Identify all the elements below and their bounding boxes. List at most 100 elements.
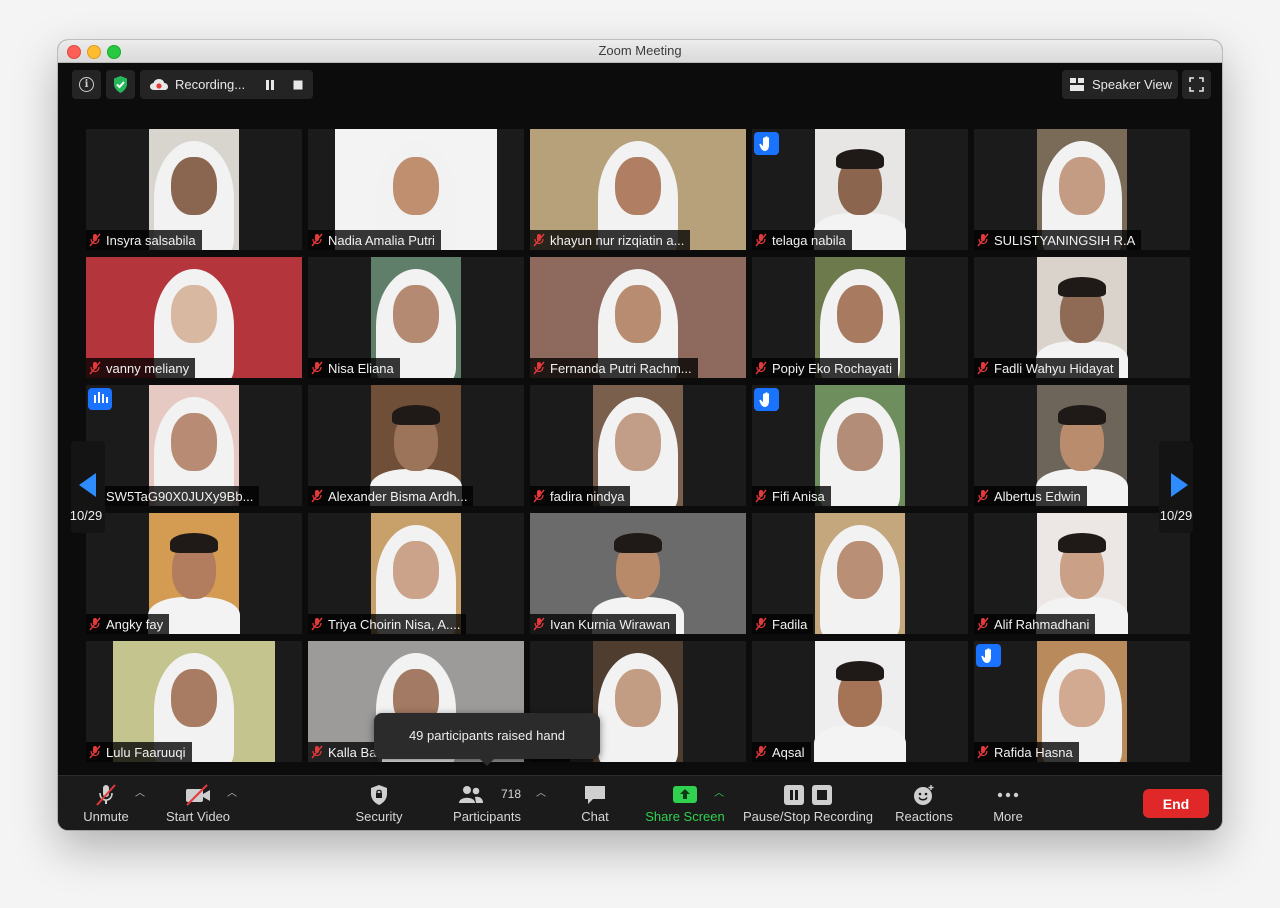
share-screen-icon: [673, 786, 697, 803]
arrow-left-icon: [79, 473, 96, 497]
next-page-button[interactable]: 10/29: [1159, 441, 1193, 533]
mic-muted-icon: [977, 745, 989, 759]
participant-nametag: Kalla Ba: [308, 742, 383, 762]
participant-tile[interactable]: SULISTYANINGSIH R.A: [974, 129, 1190, 250]
participant-tile[interactable]: Nisa Eliana: [308, 257, 524, 378]
end-meeting-button[interactable]: End: [1143, 789, 1209, 818]
participant-tile[interactable]: Rafida Hasna: [974, 641, 1190, 762]
participant-tile[interactable]: SW5TaG90X0JUXy9Bb...: [86, 385, 302, 506]
page-indicator-left: 10/29: [69, 508, 103, 523]
participant-tile[interactable]: Alexander Bisma Ardh...: [308, 385, 524, 506]
participant-nametag: Aqsal: [752, 742, 811, 762]
meeting-toolbar: Unmute ︿ Start Video ︿ Security 718 Part…: [58, 775, 1222, 830]
participant-tile[interactable]: telaga nabila: [752, 129, 968, 250]
mic-muted-icon: [311, 233, 323, 247]
meeting-info-button[interactable]: i: [72, 70, 101, 99]
participant-name: fadira nindya: [550, 488, 625, 504]
chevron-up-icon[interactable]: ︿: [135, 784, 145, 799]
speaker-view-button[interactable]: Speaker View: [1062, 70, 1178, 99]
encryption-button[interactable]: [106, 70, 135, 99]
video-grid: Insyra salsabila Nadia Amalia Putri khayun…: [86, 129, 1194, 765]
participant-tile[interactable]: Fifi Anisa: [752, 385, 968, 506]
mic-muted-icon: [96, 784, 116, 806]
unmute-button[interactable]: Unmute: [76, 782, 136, 828]
pause-stop-label: Pause/Stop Recording: [742, 809, 874, 824]
chevron-up-icon[interactable]: ︿: [227, 784, 237, 799]
participant-tile[interactable]: Insyra salsabila: [86, 129, 302, 250]
mic-muted-icon: [89, 233, 101, 247]
mic-muted-icon: [533, 233, 545, 247]
participant-name: vanny meliany: [106, 360, 190, 376]
participant-nametag: Insyra salsabila: [86, 230, 202, 250]
participant-tile[interactable]: Ivan Kurnia Wirawan: [530, 513, 746, 634]
more-label: More: [993, 809, 1023, 824]
mic-muted-icon: [311, 361, 323, 375]
mic-muted-icon: [533, 489, 545, 503]
expand-icon: [1189, 77, 1204, 92]
participant-name: Fifi Anisa: [772, 488, 825, 504]
participant-name: Insyra salsabila: [106, 232, 196, 248]
mic-muted-icon: [89, 361, 101, 375]
participant-tile[interactable]: Aqsal: [752, 641, 968, 762]
video-camera-off-icon: [186, 784, 210, 806]
participant-name: Albertus Edwin: [994, 488, 1081, 504]
participants-button[interactable]: 718 Participants: [450, 782, 524, 828]
audio-level-icon: [88, 388, 112, 410]
mic-muted-icon: [755, 233, 767, 247]
mic-muted-icon: [311, 489, 323, 503]
participant-tile[interactable]: Fernanda Putri Rachm...: [530, 257, 746, 378]
participant-nametag: telaga nabila: [752, 230, 852, 250]
recording-label: Recording...: [175, 77, 246, 92]
chevron-up-icon[interactable]: ︿: [714, 784, 724, 799]
participant-tile[interactable]: Fadila: [752, 513, 968, 634]
mic-muted-icon: [755, 489, 767, 503]
page-indicator-right: 10/29: [1159, 508, 1193, 523]
zoom-window: Zoom Meeting i Recording... Speaker View…: [58, 40, 1222, 830]
cloud-recording-icon: [150, 79, 168, 90]
participant-nametag: vanny meliany: [86, 358, 196, 378]
participant-tile[interactable]: Angky fay: [86, 513, 302, 634]
start-video-label: Start Video: [165, 809, 231, 824]
participant-nametag: Alif Rahmadhani: [974, 614, 1096, 634]
participant-tile[interactable]: Fadli Wahyu Hidayat: [974, 257, 1190, 378]
chevron-up-icon[interactable]: ︿: [536, 784, 546, 799]
previous-page-button[interactable]: 10/29: [69, 441, 105, 533]
security-shield-icon: [371, 785, 387, 805]
more-button[interactable]: More: [988, 782, 1028, 828]
mic-muted-icon: [977, 361, 989, 375]
participant-video: [814, 641, 906, 762]
participant-name: telaga nabila: [772, 232, 846, 248]
pause-stop-recording-button[interactable]: Pause/Stop Recording: [742, 782, 874, 828]
participant-tile[interactable]: Triya Choirin Nisa, A....: [308, 513, 524, 634]
pause-recording-icon[interactable]: [264, 79, 276, 91]
participant-tile[interactable]: Lulu Faaruuqi: [86, 641, 302, 762]
participant-nametag: Fernanda Putri Rachm...: [530, 358, 698, 378]
participant-nametag: Fifi Anisa: [752, 486, 831, 506]
participant-tile[interactable]: fadira nindya: [530, 385, 746, 506]
participant-name: Triya Choirin Nisa, A....: [328, 616, 461, 632]
participant-name: khayun nur rizqiatin a...: [550, 232, 685, 248]
participant-nametag: Alexander Bisma Ardh...: [308, 486, 474, 506]
reactions-button[interactable]: Reactions: [892, 782, 956, 828]
security-button[interactable]: Security: [348, 782, 410, 828]
participant-tile[interactable]: Alif Rahmadhani: [974, 513, 1190, 634]
participant-name: Fernanda Putri Rachm...: [550, 360, 692, 376]
start-video-button[interactable]: Start Video: [162, 782, 234, 828]
participant-nametag: khayun nur rizqiatin a...: [530, 230, 691, 250]
participant-name: SULISTYANINGSIH R.A: [994, 232, 1136, 248]
reactions-label: Reactions: [895, 809, 953, 824]
stop-recording-icon[interactable]: [292, 79, 304, 91]
participant-tile[interactable]: Albertus Edwin: [974, 385, 1190, 506]
participant-tile[interactable]: vanny meliany: [86, 257, 302, 378]
fullscreen-button[interactable]: [1182, 70, 1211, 99]
participant-tile[interactable]: khayun nur rizqiatin a...: [530, 129, 746, 250]
participant-name: Angky fay: [106, 616, 164, 632]
participants-icon: [458, 786, 483, 803]
participant-tile[interactable]: Popiy Eko Rochayati: [752, 257, 968, 378]
more-dots-icon: [997, 792, 1019, 798]
participant-name: Alif Rahmadhani: [994, 616, 1090, 632]
chat-bubble-icon: [585, 786, 605, 804]
chat-button[interactable]: Chat: [573, 782, 617, 828]
participant-tile[interactable]: Nadia Amalia Putri: [308, 129, 524, 250]
participant-video: [593, 641, 683, 762]
